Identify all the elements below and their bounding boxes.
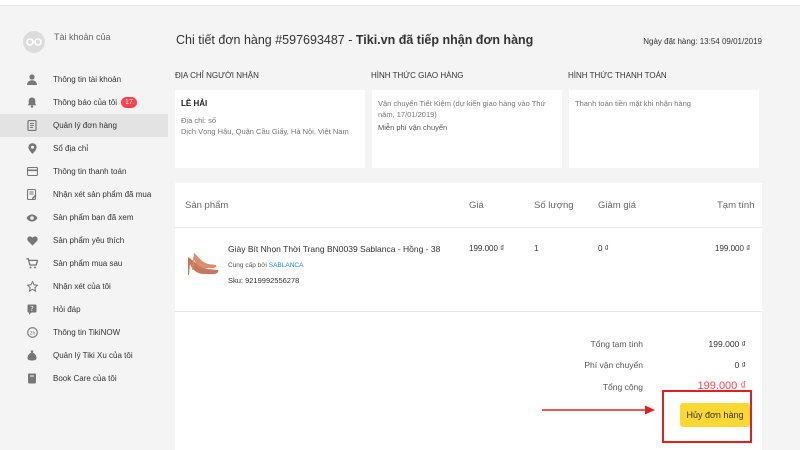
- product-price: 199.000 ₫: [469, 244, 505, 253]
- svg-text:?: ?: [30, 305, 34, 313]
- star-icon: [26, 281, 38, 293]
- order-list-icon: [26, 120, 38, 132]
- product-discount: 0 ₫: [598, 244, 609, 253]
- info-section-labels: ĐỊA CHỈ NGƯỜI NHẬN HÌNH THỨC GIAO HÀNG H…: [175, 71, 762, 83]
- shipping-fee-note: Miễn phí vận chuyển: [378, 123, 448, 132]
- order-title-separator: -: [344, 33, 356, 47]
- sidebar-menu: Thông tin tài khoản Thông báo của tôi 17…: [0, 68, 168, 390]
- row-divider: [175, 311, 762, 312]
- sidebar-item-book-care[interactable]: Book Care của tôi: [0, 367, 168, 390]
- highlight-arrow: [542, 405, 655, 415]
- column-header-subtotal: Tạm tính: [717, 200, 755, 211]
- sidebar-item-address-book[interactable]: Sổ địa chỉ: [0, 137, 168, 160]
- account-header[interactable]: Tài khoản của: [0, 16, 168, 68]
- product-thumbnail[interactable]: [186, 251, 220, 277]
- product-name[interactable]: Giày Bít Nhọn Thời Trang BN0039 Sablanca…: [228, 244, 440, 254]
- sidebar-item-label: Quản lý Tiki Xu của tôi: [53, 351, 133, 360]
- book-icon: [26, 373, 38, 385]
- shipping-method-date: năm, 17/01/2019): [378, 110, 437, 119]
- eye-icon: [26, 212, 38, 224]
- product-quantity: 1: [534, 244, 539, 253]
- column-header-discount: Giảm giá: [598, 200, 637, 211]
- notification-count-badge: 17: [121, 97, 137, 108]
- header-divider: [175, 227, 762, 228]
- sidebar-item-label: Nhận xét của tôi: [53, 282, 111, 291]
- sidebar-item-orders[interactable]: Quản lý đơn hàng: [0, 114, 168, 137]
- bell-icon: [26, 97, 38, 109]
- review-edit-icon: [26, 189, 38, 201]
- payment-card: Thanh toán tiền mặt khi nhận hàng: [569, 90, 759, 168]
- product-supplier: Cung cấp bởi SABLANCA: [228, 262, 303, 269]
- products-table: Sản phẩm Giá Số lượng Giảm giá Tạm tính …: [175, 183, 762, 450]
- product-subtotal: 199.000 ₫: [715, 244, 751, 253]
- address-section-label: ĐỊA CHỈ NGƯỜI NHẬN: [175, 71, 259, 80]
- sidebar-item-label: Nhận xét sản phẩm đã mua: [53, 190, 152, 199]
- sidebar-item-label: Thông tin tài khoản: [53, 75, 122, 84]
- sidebar-item-buy-later[interactable]: Sản phẩm mua sau: [0, 252, 168, 275]
- highlight-box: [662, 390, 752, 443]
- address-line: Dịch Vọng Hậu, Quận Cầu Giấy, Hà Nội, Vi…: [181, 127, 349, 136]
- credit-card-icon: [26, 166, 38, 178]
- order-title-prefix: Chi tiết đơn hàng: [176, 33, 276, 47]
- shipping-card: Vận chuyển Tiết Kiệm (dự kiến giao hàng …: [372, 90, 562, 168]
- summary-subtotal-value: 199.000 ₫: [708, 339, 746, 349]
- payment-section-label: HÌNH THỨC THANH TOÁN: [568, 71, 667, 80]
- sidebar-item-account-info[interactable]: Thông tin tài khoản: [0, 68, 168, 91]
- sidebar-item-tikinow[interactable]: 2h Thông tin TikiNOW: [0, 321, 168, 344]
- sidebar-item-label: Sản phẩm mua sau: [53, 259, 123, 268]
- summary-subtotal-label: Tổng tạm tính: [590, 339, 643, 349]
- sidebar-item-qa[interactable]: ? Hỏi đáp: [0, 298, 168, 321]
- info-cards: LÊ HẢI Địa chỉ: số Dịch Vọng Hậu, Quận C…: [175, 90, 762, 168]
- sidebar-item-label: Sổ địa chỉ: [53, 144, 89, 153]
- shipping-method: Vận chuyển Tiết Kiệm (dự kiến giao hàng …: [378, 99, 546, 108]
- order-code: #597693487: [275, 33, 345, 47]
- sidebar: Tài khoản của Thông tin tài khoản Thông …: [0, 16, 168, 390]
- avatar: [23, 31, 45, 53]
- question-icon: ?: [26, 304, 38, 316]
- sidebar-item-my-reviews[interactable]: Nhận xét của tôi: [0, 275, 168, 298]
- location-pin-icon: [26, 143, 38, 155]
- sidebar-item-label: Thông tin TikiNOW: [53, 328, 121, 337]
- avatar-glasses-icon: [26, 38, 42, 46]
- cart-icon: [26, 258, 38, 270]
- sidebar-item-label: Sản phẩm bạn đã xem: [53, 213, 134, 222]
- sidebar-item-label: Book Care của tôi: [53, 374, 117, 383]
- payment-method: Thanh toán tiền mặt khi nhận hàng: [575, 99, 691, 108]
- tikinow-icon: 2h: [26, 327, 38, 339]
- order-status: Tiki.vn đã tiếp nhận đơn hàng: [355, 33, 534, 47]
- sidebar-item-favorites[interactable]: Sản phẩm yêu thích: [0, 229, 168, 252]
- sidebar-item-label: Quản lý đơn hàng: [53, 121, 117, 130]
- coin-bag-icon: [26, 350, 38, 362]
- address-line: Địa chỉ: số: [181, 116, 217, 125]
- sidebar-item-tiki-xu[interactable]: Quản lý Tiki Xu của tôi: [0, 344, 168, 367]
- supplier-prefix: Cung cấp bởi: [228, 262, 269, 269]
- product-sku: Sku: 9219992556278: [228, 276, 300, 285]
- account-label: Tài khoản của: [54, 32, 111, 42]
- svg-text:2h: 2h: [29, 330, 35, 336]
- sidebar-item-label: Thông tin thanh toán: [53, 167, 127, 176]
- page-title: Chi tiết đơn hàng #597693487 - Tiki.vn đ…: [176, 33, 533, 47]
- recipient-name: LÊ HẢI: [181, 99, 208, 108]
- user-icon: [26, 74, 38, 86]
- sidebar-item-label: Thông báo của tôi: [53, 98, 118, 107]
- order-date: Ngày đặt hàng: 13:54 09/01/2019: [643, 37, 762, 46]
- top-bar: [0, 0, 800, 6]
- summary-total-label: Tổng cộng: [602, 382, 643, 392]
- column-header-quantity: Số lượng: [534, 200, 574, 211]
- order-header: Chi tiết đơn hàng #597693487 - Tiki.vn đ…: [175, 33, 762, 49]
- column-header-product: Sản phẩm: [185, 200, 229, 211]
- supplier-link[interactable]: SABLANCA: [269, 262, 304, 269]
- address-card: LÊ HẢI Địa chỉ: số Dịch Vọng Hậu, Quận C…: [175, 90, 365, 168]
- summary-shipping-label: Phí vận chuyển: [584, 360, 643, 370]
- sidebar-item-label: Sản phẩm yêu thích: [53, 236, 125, 245]
- sidebar-item-payment-info[interactable]: Thông tin thanh toán: [0, 160, 168, 183]
- sidebar-item-label: Hỏi đáp: [53, 305, 81, 314]
- shipping-section-label: HÌNH THỨC GIAO HÀNG: [371, 71, 464, 80]
- sidebar-item-notifications[interactable]: Thông báo của tôi 17: [0, 91, 168, 114]
- column-header-price: Giá: [469, 200, 484, 211]
- sidebar-item-viewed-products[interactable]: Sản phẩm bạn đã xem: [0, 206, 168, 229]
- heart-icon: [26, 235, 38, 247]
- summary-shipping-value: 0 ₫: [734, 360, 746, 370]
- sidebar-item-purchased-reviews[interactable]: Nhận xét sản phẩm đã mua: [0, 183, 168, 206]
